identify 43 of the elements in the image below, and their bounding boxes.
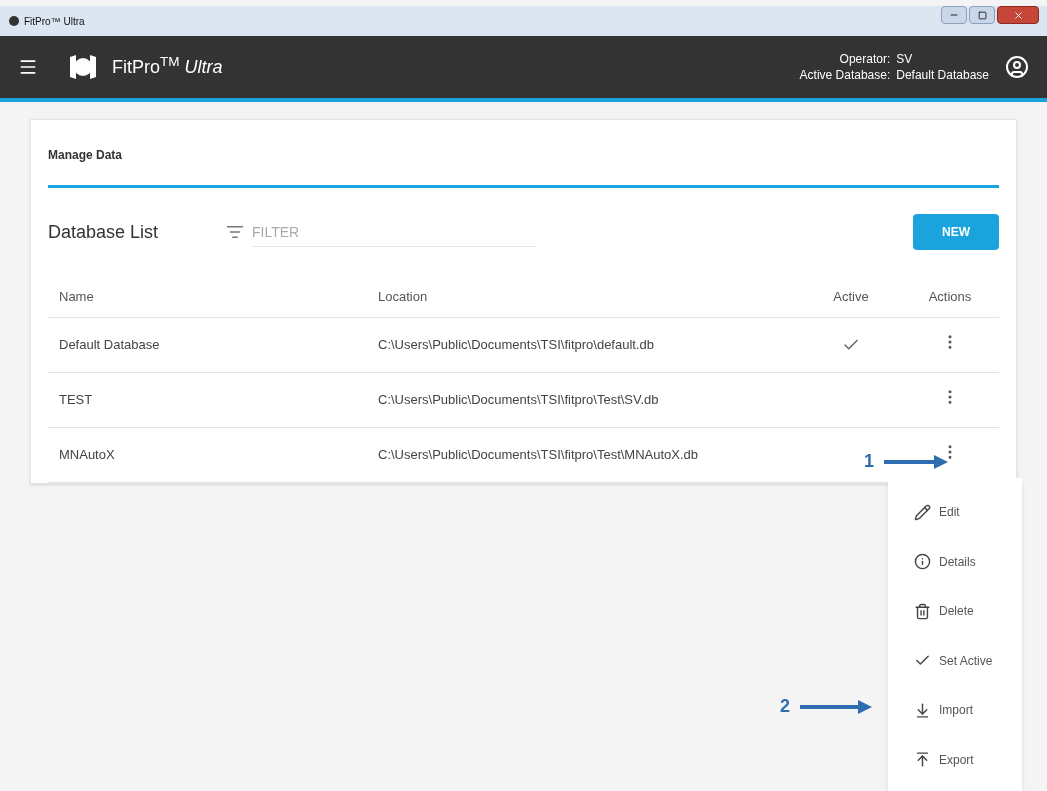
database-value: Default Database <box>896 67 989 83</box>
close-button[interactable] <box>997 6 1039 24</box>
edit-icon <box>914 503 931 521</box>
menu-item[interactable]: Edit <box>888 488 1022 537</box>
column-header: Active <box>801 277 901 317</box>
app-brand: FitPro$^{TM}$ Ultra <box>112 53 223 79</box>
menu-item[interactable]: Import <box>888 686 1022 735</box>
filter-icon <box>226 223 244 241</box>
arrow-icon <box>800 699 872 714</box>
table-cell: TEST <box>48 372 378 427</box>
column-header: Actions <box>901 277 999 317</box>
maximize-button[interactable] <box>969 6 995 24</box>
table-cell: Default Database <box>48 317 378 372</box>
arrow-icon <box>884 454 948 469</box>
operator-label: Operator: <box>838 51 891 67</box>
callout-number: 2 <box>780 695 790 718</box>
menu-item[interactable]: Delete <box>888 587 1022 636</box>
menu-item[interactable]: Export <box>888 735 1022 784</box>
maximize-icon <box>977 10 987 20</box>
table-cell: C:\Users\Public\Documents\TSI\fitpro\Test\SV.db <box>378 372 801 427</box>
table-cell: MNAutoX <box>48 427 378 482</box>
logo-icon <box>8 15 20 27</box>
minimize-button[interactable] <box>941 6 967 24</box>
menu-item[interactable]: Details <box>888 537 1022 586</box>
table-cell: C:\Users\Public\Documents\TSI\fitpro\Test\MNAutoX.db <box>378 427 801 482</box>
close-icon <box>1012 9 1024 21</box>
account-icon[interactable] <box>1005 55 1029 79</box>
menu-item[interactable]: Set Active <box>888 636 1022 685</box>
table-cell: C:\Users\Public\Documents\TSI\fitpro\default.db <box>378 317 801 372</box>
database-label: Active Database: <box>799 67 891 83</box>
delete-icon <box>914 602 931 620</box>
filter-field[interactable]: FILTER <box>252 217 536 247</box>
menu-icon[interactable] <box>18 57 38 77</box>
callout-number: 1 <box>864 450 874 473</box>
section-title: Database List <box>48 220 160 244</box>
column-header: Location <box>378 277 801 317</box>
operator-value: SV <box>896 51 914 67</box>
import-icon <box>914 701 931 719</box>
column-header: Name <box>48 277 378 317</box>
export-icon <box>914 751 931 769</box>
details-icon <box>914 553 931 571</box>
window-title: FitPro™ Ultra <box>24 14 85 29</box>
tab[interactable]: Manage Data <box>48 146 999 188</box>
